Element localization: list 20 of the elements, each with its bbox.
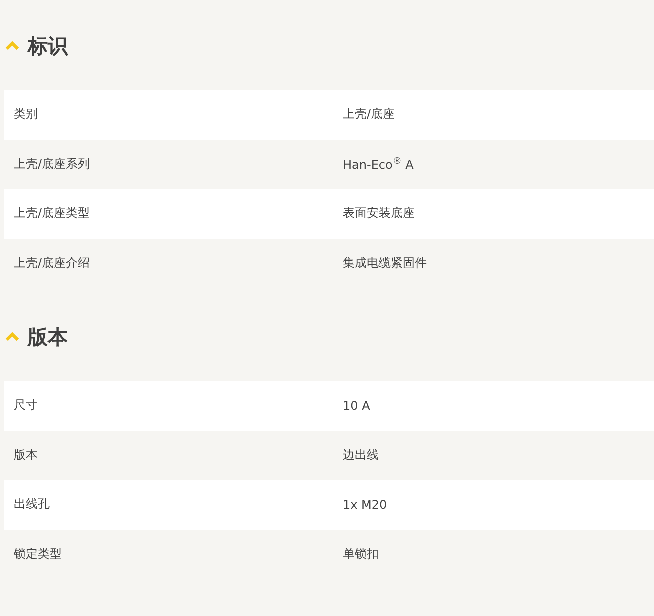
chevron-up-icon[interactable] [5,332,20,342]
property-value: 单锁扣 [343,546,379,563]
property-value: 集成电缆紧固件 [343,254,427,272]
property-label: 类别 [14,106,38,124]
property-label: 尺寸 [14,397,38,414]
section-title[interactable]: 版本 [28,324,68,350]
property-value: Han-Eco$^{®}$ A [343,156,414,172]
chevron-up-icon[interactable] [5,41,20,51]
property-value: 上壳/底座 [343,106,396,124]
property-value: 1x M20 [343,498,388,512]
property-value: 表面安装底座 [343,205,415,222]
property-label: 上壳/底座介绍 [14,254,90,272]
property-label: 锁定类型 [14,546,62,563]
section-title[interactable]: 标识 [28,32,68,60]
property-value: 边出线 [343,446,379,464]
property-value: 10 A [343,398,370,413]
property-label: 上壳/底座系列 [14,156,90,173]
property-label: 出线孔 [14,496,50,514]
property-label: 上壳/底座类型 [14,205,90,222]
property-label: 版本 [14,446,38,464]
